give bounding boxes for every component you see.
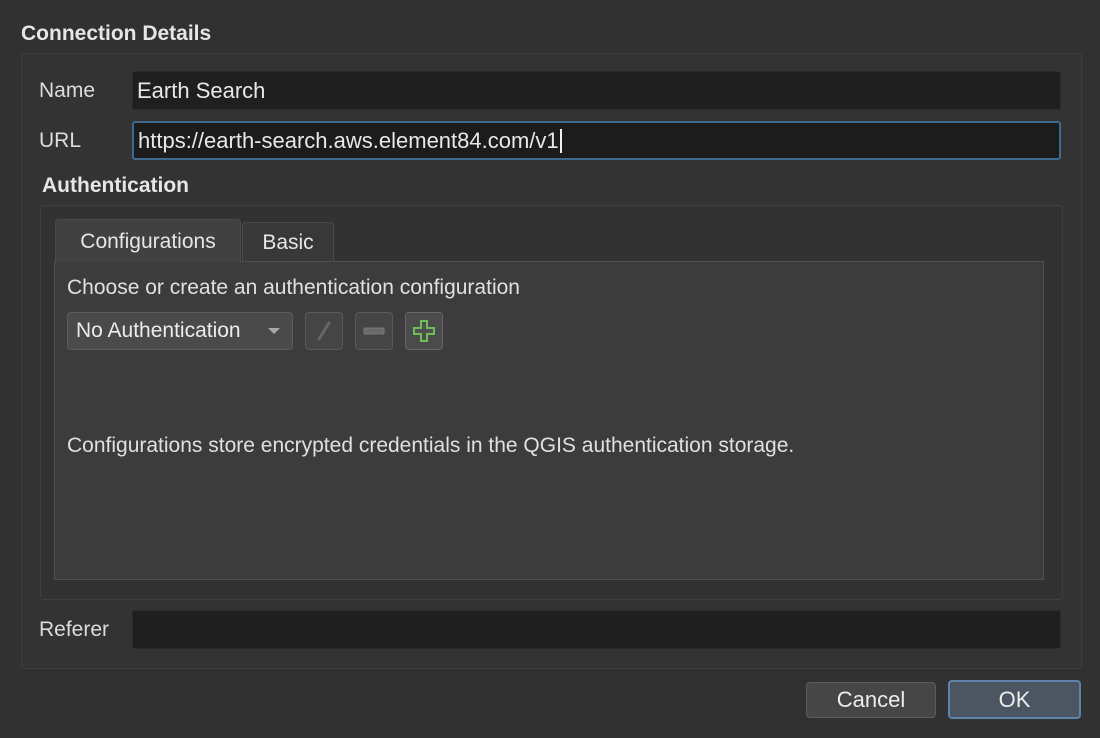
plus-icon [413, 320, 435, 342]
referer-label: Referer [39, 618, 110, 641]
ok-button[interactable]: OK [948, 680, 1081, 719]
connection-dialog: Connection Details Name Earth Search URL… [0, 0, 1100, 738]
minus-icon [363, 327, 385, 335]
auth-config-select-value: No Authentication [76, 319, 241, 342]
add-config-button[interactable] [405, 312, 443, 350]
tab-basic-label: Basic [262, 230, 314, 254]
cancel-button[interactable]: Cancel [806, 682, 936, 718]
tab-configurations-label: Configurations [80, 229, 216, 253]
url-field-value: https://earth-search.aws.element84.com/v… [138, 127, 559, 153]
text-caret [559, 128, 562, 153]
authentication-title: Authentication [42, 174, 189, 197]
chevron-down-icon [268, 328, 280, 334]
auth-config-select[interactable]: No Authentication [67, 312, 293, 350]
url-label: URL [39, 129, 82, 152]
name-field-value: Earth Search [137, 77, 266, 103]
remove-config-button[interactable] [355, 312, 393, 350]
connection-details-title: Connection Details [21, 22, 212, 45]
name-field[interactable]: Earth Search [132, 71, 1061, 110]
tab-configurations[interactable]: Configurations [55, 219, 241, 263]
configurations-pane: Choose or create an authentication confi… [54, 261, 1044, 580]
tab-basic[interactable]: Basic [242, 222, 334, 262]
edit-config-button[interactable] [305, 312, 343, 350]
config-info-text: Configurations store encrypted credentia… [67, 434, 795, 457]
url-field[interactable]: https://earth-search.aws.element84.com/v… [132, 121, 1061, 160]
name-label: Name [39, 79, 96, 102]
choose-config-text: Choose or create an authentication confi… [67, 276, 520, 299]
referer-field[interactable] [132, 610, 1061, 649]
pencil-icon [317, 321, 331, 341]
